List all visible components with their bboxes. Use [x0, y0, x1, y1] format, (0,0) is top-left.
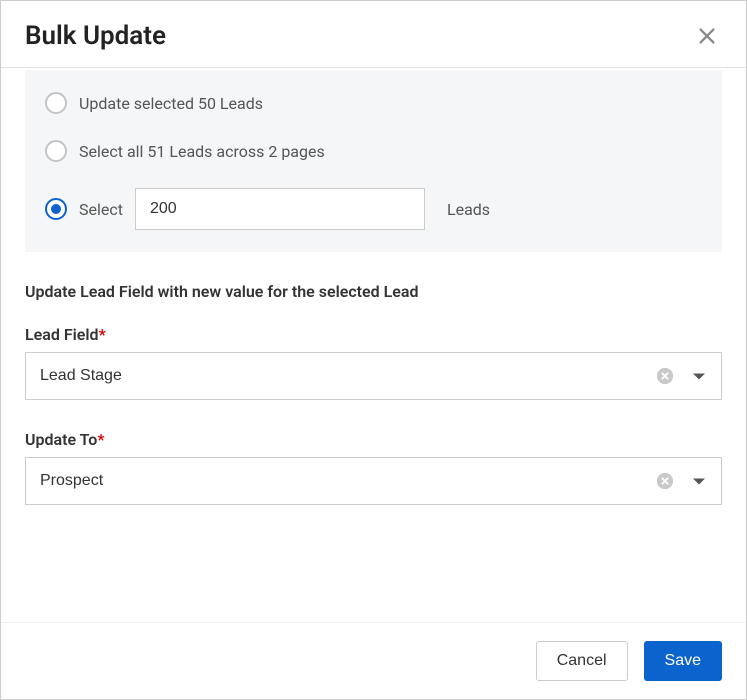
- radio-label-custom-suffix: Leads: [447, 200, 490, 219]
- instruction-text: Update Lead Field with new value for the…: [25, 282, 722, 301]
- lead-field-label: Lead Field*: [25, 325, 722, 344]
- modal-body[interactable]: Update selected 50 Leads Select all 51 L…: [1, 68, 746, 588]
- close-button[interactable]: [692, 21, 722, 51]
- update-to-chevron[interactable]: [692, 472, 706, 491]
- modal-title: Bulk Update: [25, 21, 166, 51]
- update-to-label: Update To*: [25, 430, 722, 449]
- update-to-select-wrap: Prospect: [25, 457, 722, 505]
- radio-select-custom[interactable]: [45, 198, 67, 220]
- chevron-down-icon: [692, 372, 706, 382]
- lead-field-label-text: Lead Field: [25, 325, 99, 344]
- lead-count-input[interactable]: [135, 188, 425, 230]
- update-to-clear[interactable]: [656, 472, 674, 490]
- lead-field-select[interactable]: Lead Stage: [25, 352, 722, 400]
- radio-label-all-pages: Select all 51 Leads across 2 pages: [79, 142, 325, 161]
- lead-field-chevron[interactable]: [692, 367, 706, 386]
- cancel-button[interactable]: Cancel: [536, 641, 628, 681]
- radio-row-custom-count: Select Leads: [45, 188, 702, 230]
- update-to-select[interactable]: Prospect: [25, 457, 722, 505]
- clear-icon: [656, 367, 674, 385]
- update-to-label-text: Update To: [25, 430, 97, 449]
- modal-header: Bulk Update: [1, 1, 746, 68]
- required-asterisk: *: [97, 430, 104, 449]
- radio-select-all-pages[interactable]: [45, 140, 67, 162]
- radio-label-custom-prefix: Select: [79, 200, 123, 219]
- save-button[interactable]: Save: [644, 641, 722, 681]
- radio-update-selected[interactable]: [45, 92, 67, 114]
- modal-footer: Cancel Save: [1, 622, 746, 699]
- clear-icon: [656, 472, 674, 490]
- close-icon: [696, 25, 718, 47]
- radio-label-selected: Update selected 50 Leads: [79, 94, 263, 113]
- required-asterisk: *: [99, 325, 106, 344]
- radio-row-selected-leads: Update selected 50 Leads: [45, 92, 702, 114]
- radio-row-all-pages: Select all 51 Leads across 2 pages: [45, 140, 702, 162]
- lead-field-clear[interactable]: [656, 367, 674, 385]
- lead-field-select-wrap: Lead Stage: [25, 352, 722, 400]
- chevron-down-icon: [692, 477, 706, 487]
- selection-panel: Update selected 50 Leads Select all 51 L…: [25, 70, 722, 252]
